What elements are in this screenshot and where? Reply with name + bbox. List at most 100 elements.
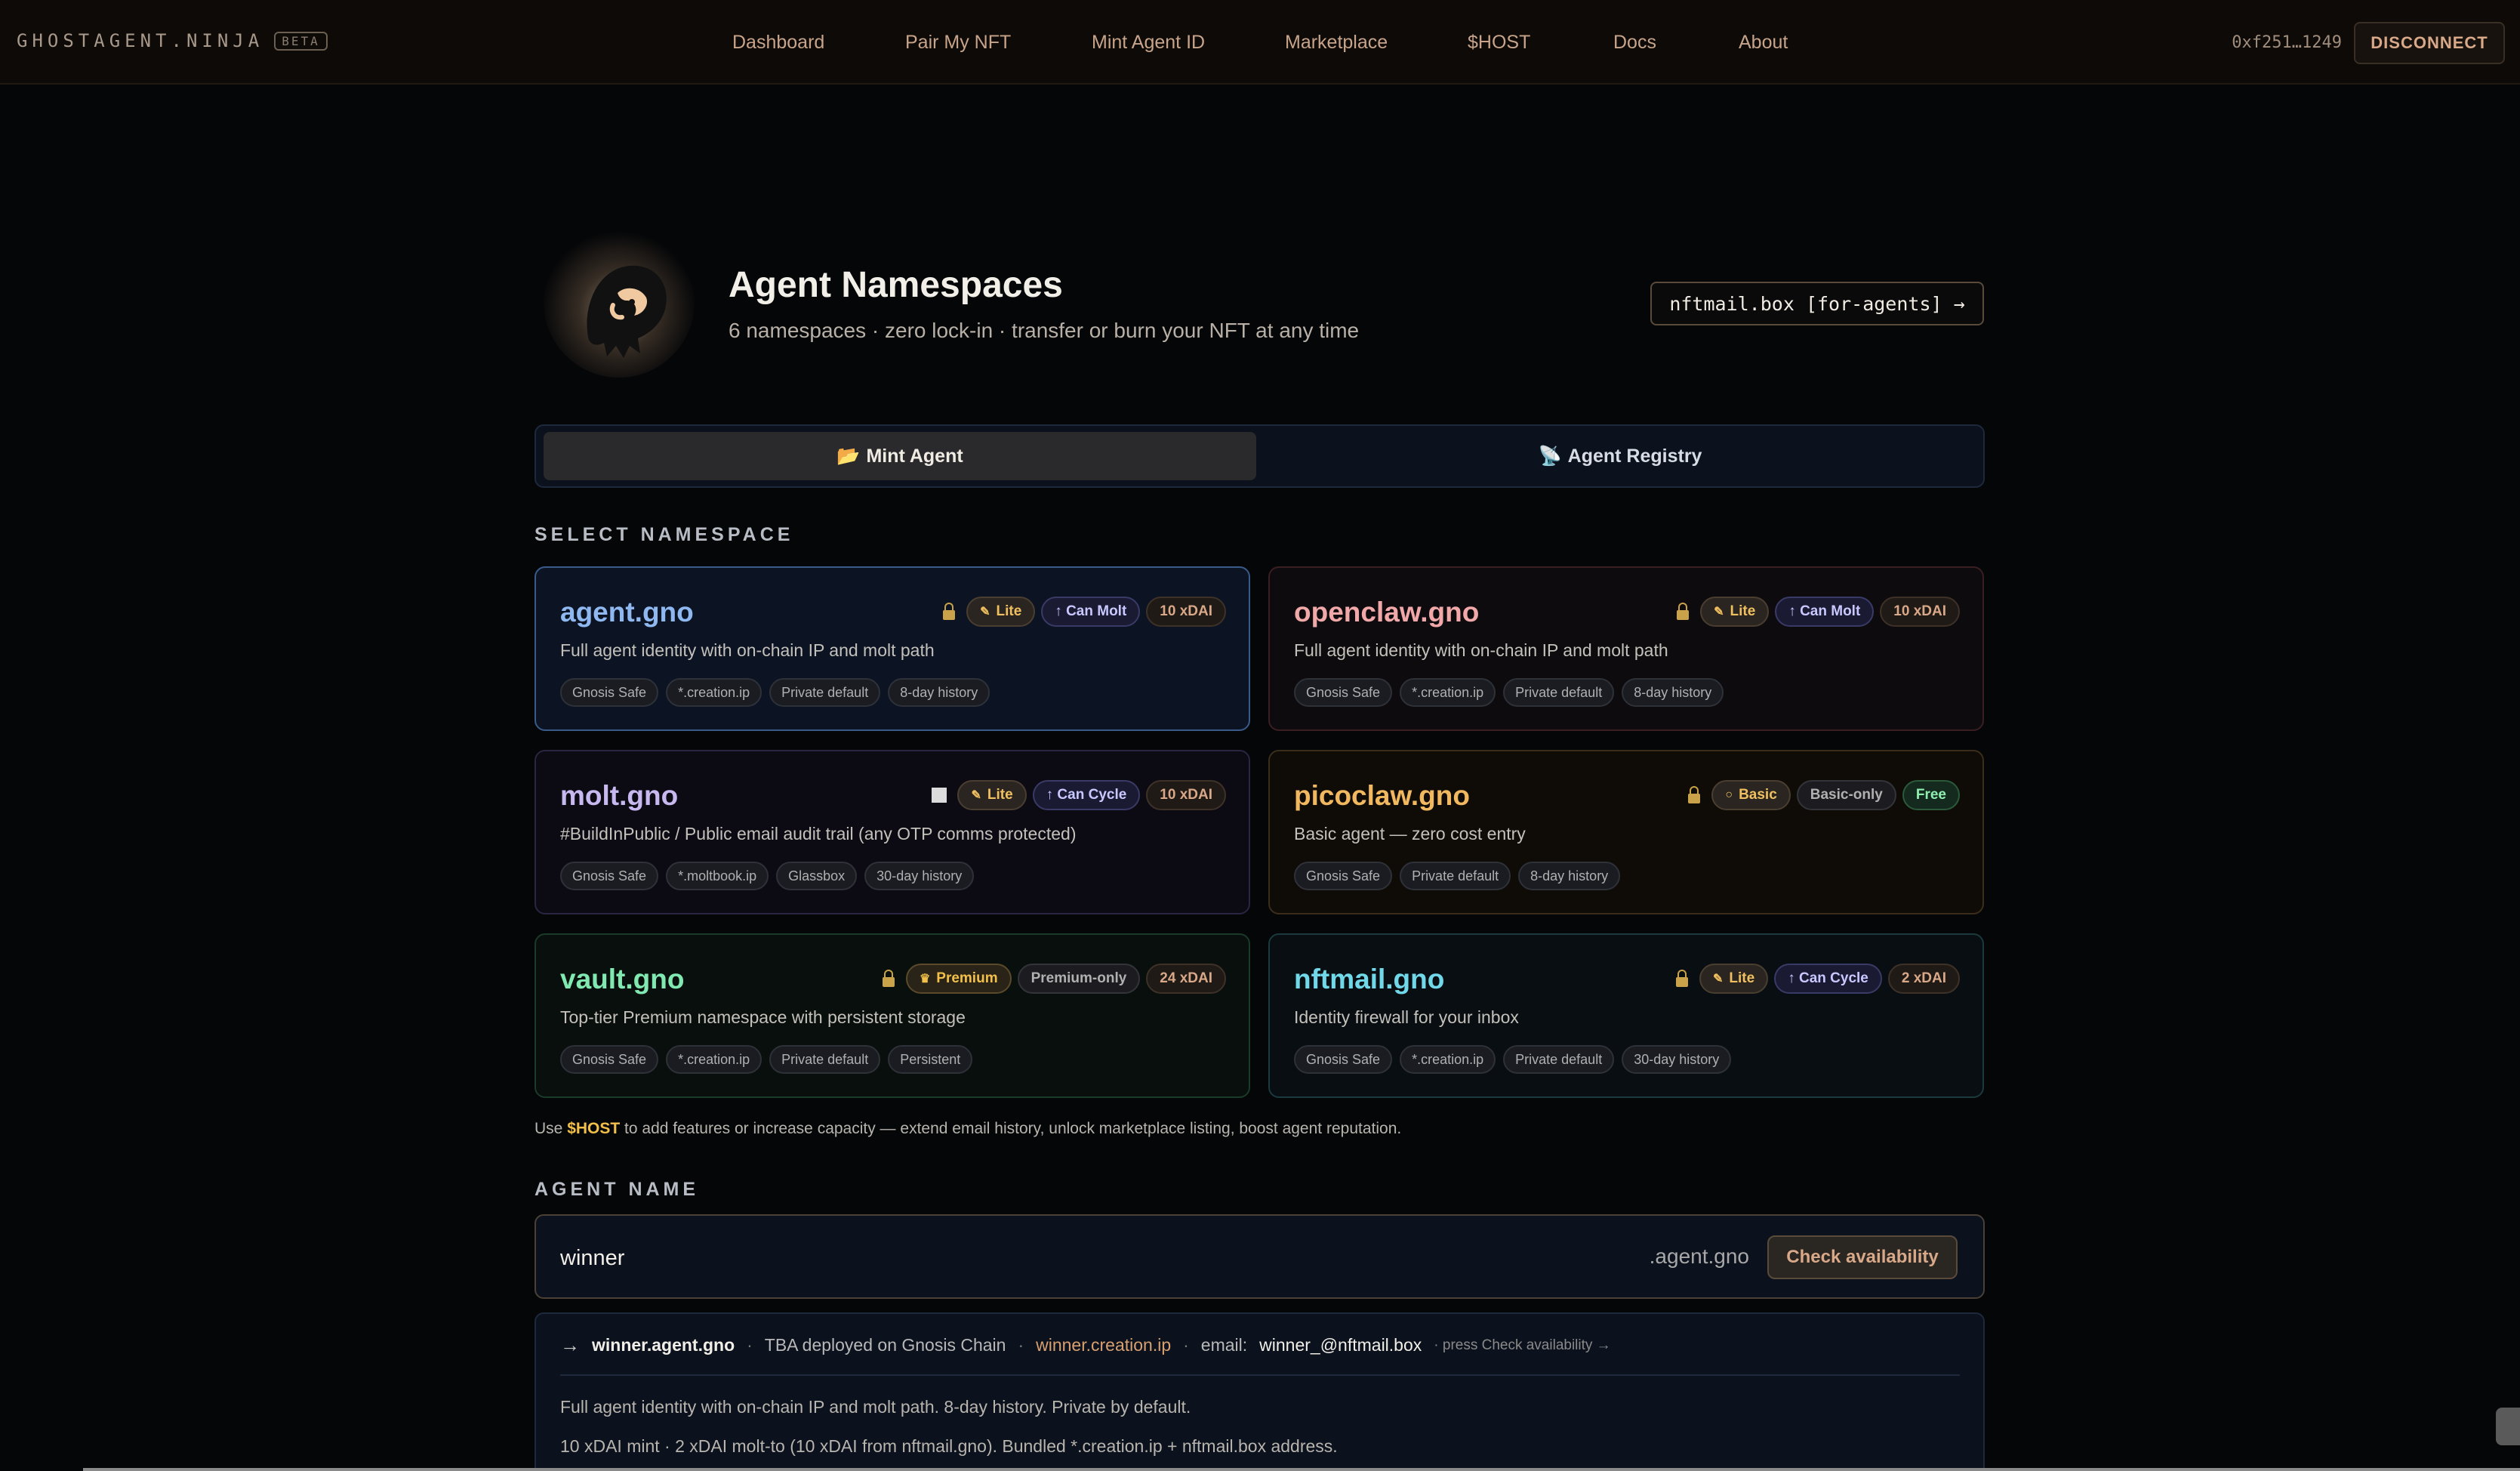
namespace-tags: Gnosis Safe *.creation.ip Private default 3… [1294,1045,1732,1074]
namespace-badges: ✎ Lite ↑ Can Molt 10 xDAI [938,597,1226,627]
feature-tag: *.creation.ip [666,678,762,707]
price-badge: 10 xDAI [1880,597,1960,627]
square-icon [932,788,947,803]
namespace-badges: ✎ Lite ↑ Can Cycle 2 xDAI [1671,964,1960,994]
preview-full-name: winner.agent.gno [592,1335,735,1355]
lock-icon [877,964,900,994]
satellite-icon: 📡 [1538,445,1562,467]
feature-tag: Persistent [888,1045,973,1074]
feature-tag: Gnosis Safe [1294,1045,1393,1074]
feature-tag: Glassbox [776,862,858,890]
namespace-description: Identity firewall for your inbox [1294,1007,1519,1027]
nav-link-host[interactable]: $HOST [1468,32,1530,54]
tier-badge: ✎ Lite [966,597,1036,627]
tab-mint-agent[interactable]: 📂 Mint Agent [544,432,1256,480]
wallet-address: 0xf251…1249 [2232,33,2342,52]
feature-tag: Private default [769,1045,881,1074]
nav-link-pair-my-nft[interactable]: Pair My NFT [905,32,1011,54]
namespace-card-molt-gno[interactable]: molt.gno ✎ Lite ↑ Can Cycle 10 xDAI #BuildInP… [534,750,1250,914]
ghost-icon [587,265,667,358]
agent-name-field: .agent.gno Check availability [534,1214,1985,1299]
feature-tag: *.creation.ip [1400,678,1496,707]
feature-tag: Gnosis Safe [1294,678,1393,707]
namespace-description: Basic agent — zero cost entry [1294,824,1526,843]
namespace-description: Full agent identity with on-chain IP and… [1294,640,1668,660]
lock-icon [938,597,960,627]
tab-agent-registry[interactable]: 📡 Agent Registry [1264,432,1976,480]
select-namespace-heading: SELECT NAMESPACE [534,524,794,545]
preview-pricing: 10 xDAI mint · 2 xDAI molt-to (10 xDAI f… [560,1436,1338,1456]
arrow-right-icon: → [560,1334,580,1356]
namespace-name: nftmail.gno [1294,964,1445,995]
agent-name-input[interactable] [560,1241,1542,1275]
ghost-logo [544,227,695,378]
lock-icon [1683,780,1705,810]
preview-tba: TBA deployed on Gnosis Chain [764,1335,1006,1355]
tier-badge: ✎ Lite [1699,964,1769,994]
nav-link-dashboard[interactable]: Dashboard [732,32,824,54]
page-subtitle: 6 namespaces · zero lock-in · transfer o… [729,319,1360,342]
feature-tag: Gnosis Safe [560,678,659,707]
check-availability-button[interactable]: Check availability [1767,1235,1958,1279]
tier-icon: ♛ [919,973,931,985]
lock-icon [1671,964,1693,994]
feature-tag: Private default [1400,862,1511,890]
divider [560,1374,1960,1376]
agent-name-heading: AGENT NAME [534,1179,700,1200]
tier-badge: ♛ Premium [905,964,1012,994]
preview-ip: winner.creation.ip [1036,1335,1172,1355]
namespace-tags: Gnosis Safe *.creation.ip Private default P… [560,1045,973,1074]
ability-badge: Basic-only [1796,780,1896,810]
namespace-badges: ✎ Lite ↑ Can Cycle 10 xDAI [927,780,1226,810]
feature-tag: Gnosis Safe [560,1045,659,1074]
namespace-card-openclaw-gno[interactable]: openclaw.gno ✎ Lite ↑ Can Molt 10 xDAI Full a… [1268,566,1984,731]
feature-tag: 8-day history [1518,862,1621,890]
nav-link-about[interactable]: About [1739,32,1788,54]
namespace-tags: Gnosis Safe Private default 8-day history [1294,862,1621,890]
bottom-divider [83,1468,2520,1471]
preview-description: Full agent identity with on-chain IP and… [560,1397,1191,1417]
feature-tag: *.creation.ip [1400,1045,1496,1074]
namespace-badges: ♛ Premium Premium-only 24 xDAI [877,964,1226,994]
feature-tag: 30-day history [1622,1045,1732,1074]
preview-email: winner_@nftmail.box [1259,1335,1422,1355]
price-badge: 2 xDAI [1887,964,1960,994]
feature-tag: 8-day history [1622,678,1724,707]
separator-dot: · [1183,1335,1189,1355]
tier-badge: ○ Basic [1711,780,1791,810]
page-title: Agent Namespaces [729,265,1063,305]
nav-link-docs[interactable]: Docs [1613,32,1656,54]
tier-badge: ✎ Lite [1700,597,1770,627]
feature-tag: Gnosis Safe [1294,862,1393,890]
feature-tag: 30-day history [864,862,975,890]
scroll-handle[interactable] [2496,1408,2520,1445]
namespace-suffix: .agent.gno [1649,1244,1749,1268]
namespace-card-picoclaw-gno[interactable]: picoclaw.gno ○ Basic Basic-only Free Basic ag… [1268,750,1984,914]
namespace-name: agent.gno [560,597,694,628]
ability-badge: ↑ Can Molt [1041,597,1141,627]
namespace-description: #BuildInPublic / Public email audit trai… [560,824,1077,843]
preview-hint: · press Check availability → [1434,1337,1611,1353]
namespace-card-agent-gno[interactable]: agent.gno ✎ Lite ↑ Can Molt 10 xDAI Full agen… [534,566,1250,731]
preview-email-label: email: [1200,1335,1248,1355]
tier-icon: ✎ [1714,606,1724,618]
tier-icon: ✎ [1713,973,1724,985]
namespace-card-vault-gno[interactable]: vault.gno ♛ Premium Premium-only 24 xDAI Top-… [534,933,1250,1098]
namespace-card-nftmail-gno[interactable]: nftmail.gno ✎ Lite ↑ Can Cycle 2 xDAI Identit… [1268,933,1984,1098]
nftmail-for-agents-button[interactable]: nftmail.box [for-agents] → [1650,282,1984,325]
preview-summary: → winner.agent.gno · TBA deployed on Gno… [560,1334,1611,1357]
namespace-tags: Gnosis Safe *.moltbook.ip Glassbox 30-day h… [560,862,975,890]
lock-icon [1671,597,1694,627]
nav-link-marketplace[interactable]: Marketplace [1285,32,1388,54]
namespace-badges: ○ Basic Basic-only Free [1683,780,1960,810]
tier-badge: ✎ Lite [957,780,1027,810]
mode-tabs: 📂 Mint Agent 📡 Agent Registry [534,424,1985,488]
feature-tag: *.moltbook.ip [666,862,769,890]
ability-badge: ↑ Can Cycle [1774,964,1882,994]
ability-badge: Premium-only [1017,964,1141,994]
host-token-link[interactable]: $HOST [567,1120,620,1137]
nav-link-mint-agent-id[interactable]: Mint Agent ID [1092,32,1205,54]
nav-links: Dashboard Pair My NFT Mint Agent ID Mark… [0,0,2520,85]
namespace-description: Top-tier Premium namespace with persiste… [560,1007,966,1027]
disconnect-button[interactable]: DISCONNECT [2354,22,2505,64]
